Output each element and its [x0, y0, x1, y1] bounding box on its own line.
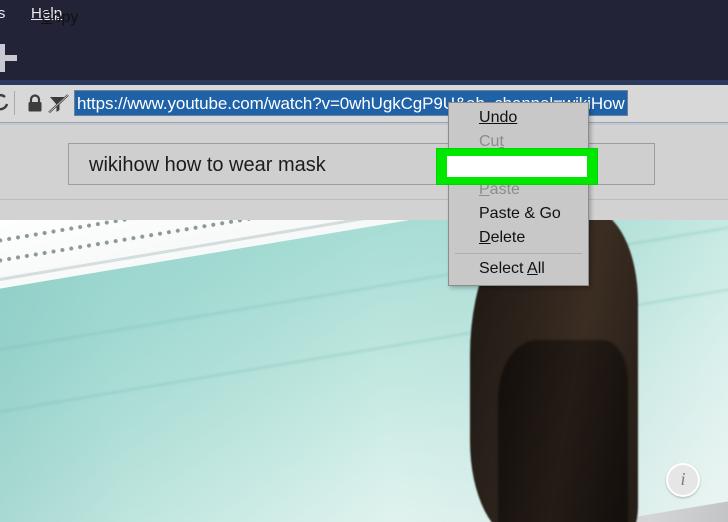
page-content: wikihow how to wear mask i — [0, 123, 728, 522]
photo-hair-strands — [498, 340, 628, 522]
address-bar: https://www.youtube.com/watch?v=0whUgkCg… — [0, 85, 728, 123]
context-menu-select-all[interactable]: Select All — [449, 257, 588, 281]
context-menu-select-all-label: Select All — [479, 260, 545, 277]
info-badge[interactable]: i — [666, 463, 700, 497]
menu-item-tools[interactable]: ols — [0, 3, 5, 24]
context-menu-delete[interactable]: Delete — [449, 226, 588, 250]
new-tab-button[interactable] — [0, 43, 18, 73]
menu-bar: ols Help — [0, 0, 728, 28]
context-menu: Undo Cut Copy Paste Paste & Go Delete Se… — [448, 102, 589, 286]
video-thumbnail[interactable]: i — [0, 220, 728, 522]
context-menu-cut-label: Cut — [479, 133, 504, 150]
browser-chrome: ols Help — [0, 0, 728, 85]
copy-highlight-annotation — [437, 149, 597, 184]
context-menu-undo[interactable]: Undo — [449, 106, 588, 130]
context-menu-paste-and-go-label: Paste & Go — [479, 205, 561, 222]
menu-item-tools-label: ols — [0, 5, 6, 22]
context-menu-undo-label: Undo — [479, 109, 518, 126]
tab-strip — [0, 28, 728, 80]
context-menu-paste-and-go[interactable]: Paste & Go — [449, 202, 588, 226]
reload-icon[interactable] — [0, 93, 9, 113]
toolbar-divider — [14, 91, 15, 115]
copy-highlight-inner — [447, 156, 587, 177]
context-menu-copy[interactable]: Copy — [41, 7, 78, 28]
page-top-strip — [0, 123, 728, 125]
search-input-value: wikihow how to wear mask — [89, 154, 326, 176]
context-menu-separator — [455, 253, 582, 254]
tracking-protection-icon[interactable] — [47, 92, 70, 115]
browser-window: ols Help — [0, 0, 728, 522]
page-divider — [0, 199, 728, 200]
context-menu-delete-label: Delete — [479, 229, 526, 246]
lock-icon[interactable] — [25, 93, 45, 114]
